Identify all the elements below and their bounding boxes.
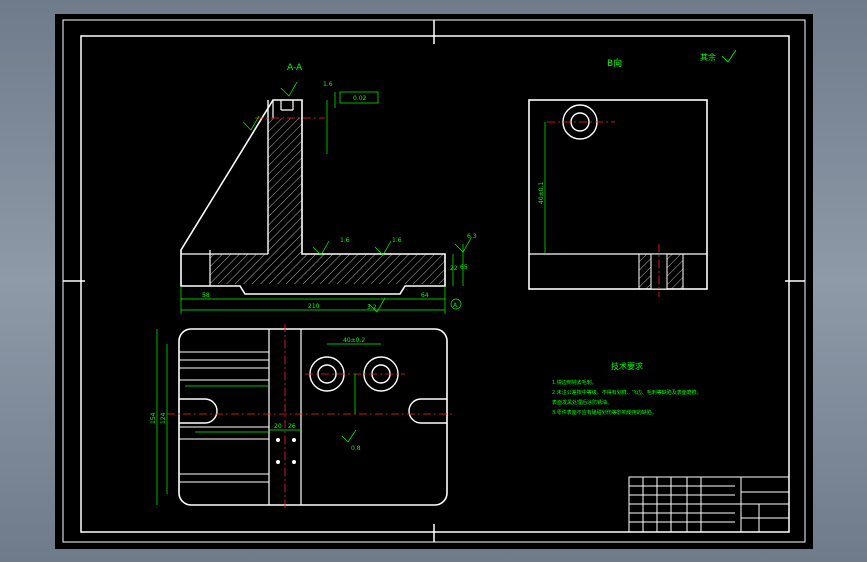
tech-req-title: 技术要求 <box>611 361 643 371</box>
ra-section-3: 1.6 <box>392 237 402 244</box>
ra-section-4: 6.3 <box>467 233 477 240</box>
tolerance-frame-value: 0.02 <box>353 95 367 102</box>
view-b: B向 其余 40±0.1 <box>528 49 737 297</box>
tech-req-item-3: 表面发黑处理后涂防锈油。 <box>552 399 612 406</box>
plan-width: 154 <box>150 412 157 424</box>
ra-section-1: 1.6 <box>323 81 333 88</box>
dim-flange-h: 22 <box>450 265 458 272</box>
section-a-a-view: A-A 58 64 210 22 65 1.6 1.6 1.6 6.3 3.2 … <box>180 63 477 314</box>
general-roughness: 其余 <box>700 52 716 62</box>
plan-view: 40±0.2 20 26 0.8 154 124 <box>150 324 455 509</box>
section-hatch <box>210 118 445 284</box>
plan-small-a: 20 <box>274 423 282 430</box>
tech-req-item-4: 3.零件表面不应有磕碰划伤等影响使用的缺陷。 <box>552 409 657 416</box>
ra-section-2: 1.6 <box>340 237 350 244</box>
dim-overall-len: 210 <box>308 303 320 310</box>
cad-viewport[interactable]: A-A 58 64 210 22 65 1.6 1.6 1.6 6.3 3.2 … <box>55 14 813 549</box>
datum-label: A <box>453 302 458 309</box>
dim-left-len: 58 <box>202 292 210 299</box>
view-b-dim: 40±0.1 <box>538 182 545 204</box>
tech-req-item-2: 2.未注公差按中等级，不得有划痕、飞边、毛刺等缺陷及表面磨痕。 <box>552 389 702 396</box>
plan-small-b: 26 <box>288 423 296 430</box>
tech-req-item-1: 1.锐边倒钝去毛刺。 <box>552 379 597 386</box>
drawing-canvas: A-A 58 64 210 22 65 1.6 1.6 1.6 6.3 3.2 … <box>62 19 806 543</box>
title-block <box>628 476 790 533</box>
technical-requirements: 技术要求 1.锐边倒钝去毛刺。 2.未注公差按中等级，不得有划痕、飞边、毛刺等缺… <box>552 361 702 416</box>
dim-right-len: 64 <box>421 292 429 299</box>
ra-section-5: 3.2 <box>367 304 377 311</box>
dim-height-total: 65 <box>460 264 468 271</box>
section-label: A-A <box>287 63 303 73</box>
plan-hole-pitch: 40±0.2 <box>343 337 365 344</box>
view-b-label: B向 <box>607 57 622 69</box>
plan-height: 124 <box>160 412 167 424</box>
plan-ra: 0.8 <box>351 445 361 452</box>
